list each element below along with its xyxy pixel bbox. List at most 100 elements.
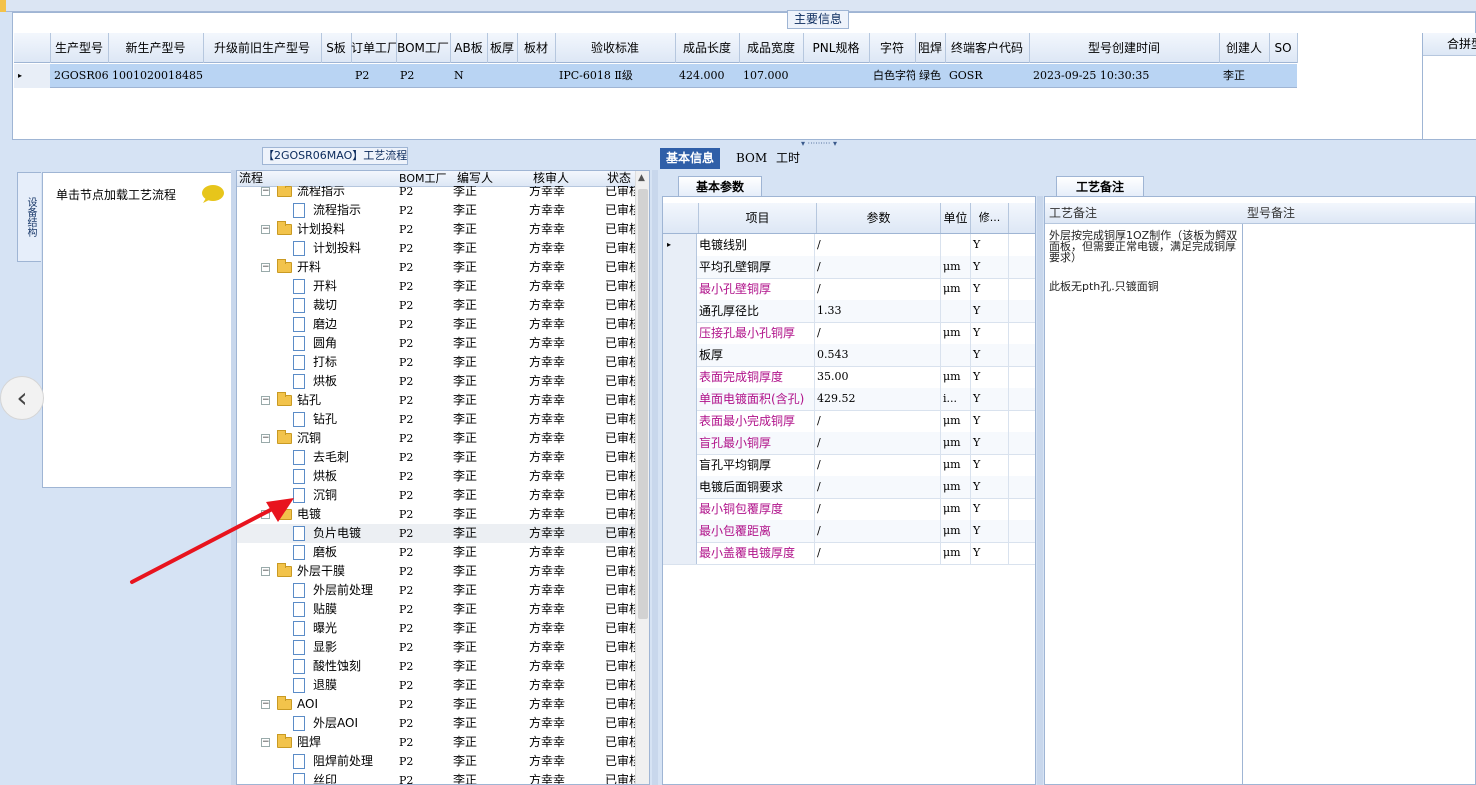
param-value[interactable]: /	[817, 322, 941, 344]
param-row[interactable]: 表面完成铜厚度 35.00 μm Y	[663, 366, 1035, 389]
subtab-basic-params[interactable]: 基本参数	[678, 176, 762, 196]
main-col-7[interactable]: 板厚	[487, 33, 518, 63]
flow-row[interactable]: 丝印 P2 李正 方幸幸 已审核	[237, 771, 635, 784]
tab-bom[interactable]: BOM	[730, 148, 773, 169]
flow-row[interactable]: 磨边 P2 李正 方幸幸 已审核	[237, 315, 635, 334]
main-cell-5[interactable]: P2	[396, 64, 450, 88]
main-cell-11[interactable]: 107.000	[739, 64, 803, 88]
param-modify-flag[interactable]: Y	[971, 432, 1009, 454]
flow-row[interactable]: − 计划投料 P2 李正 方幸幸 已审核	[237, 220, 635, 239]
expander-icon[interactable]: −	[261, 187, 270, 196]
param-row[interactable]: 表面最小完成铜厚 / μm Y	[663, 410, 1035, 433]
tree-col-flow[interactable]: 流程	[239, 171, 263, 186]
combine-type-header[interactable]: 合拼型	[1423, 33, 1476, 56]
param-modify-flag[interactable]: Y	[971, 366, 1009, 388]
main-col-9[interactable]: 验收标准	[555, 33, 676, 63]
param-value[interactable]: /	[817, 278, 941, 300]
expander-icon[interactable]: −	[261, 225, 270, 234]
tree-col-status[interactable]: 状态	[607, 171, 631, 186]
main-col-8[interactable]: 板材	[517, 33, 556, 63]
expander-icon[interactable]: −	[261, 434, 270, 443]
flow-row[interactable]: 曝光 P2 李正 方幸幸 已审核	[237, 619, 635, 638]
main-col-15[interactable]: 终端客户代码	[945, 33, 1030, 63]
param-row[interactable]: 电镀后面铜要求 / μm Y	[663, 476, 1035, 499]
param-modify-flag[interactable]: Y	[971, 322, 1009, 344]
param-row[interactable]: 平均孔壁铜厚 / μm Y	[663, 256, 1035, 279]
main-cell-12[interactable]	[803, 64, 869, 88]
main-cell-10[interactable]: 424.000	[675, 64, 739, 88]
main-col-12[interactable]: PNL规格	[803, 33, 870, 63]
param-row[interactable]: ▸ 电镀线别 / Y	[663, 234, 1035, 257]
tree-scrollbar[interactable]: ▲	[635, 171, 649, 784]
main-cell-18[interactable]	[1269, 64, 1297, 88]
horizontal-splitter[interactable]: ▾ ········· ▾	[786, 140, 852, 148]
main-col-5[interactable]: BOM工厂	[396, 33, 451, 63]
process-notes-text[interactable]: 外层按完成铜厚1OZ制作（该板为鳄双面板，但需要正常电镀，满足完成铜厚要求） 此…	[1045, 224, 1243, 784]
param-value[interactable]: /	[817, 454, 941, 476]
param-modify-flag[interactable]: Y	[971, 476, 1009, 498]
param-value[interactable]: /	[817, 256, 941, 278]
flow-row[interactable]: 去毛刺 P2 李正 方幸幸 已审核	[237, 448, 635, 467]
tree-col-bom[interactable]: BOM工厂	[399, 171, 447, 186]
param-row[interactable]: 最小盖覆电镀厚度 / μm Y	[663, 542, 1035, 565]
main-cell-1[interactable]: 10010200184854	[108, 64, 203, 88]
param-modify-flag[interactable]: Y	[971, 498, 1009, 520]
main-cell-8[interactable]	[517, 64, 555, 88]
equipment-structure-tab[interactable]: 设备结构	[17, 172, 41, 262]
flow-row[interactable]: 酸性蚀刻 P2 李正 方幸幸 已审核	[237, 657, 635, 676]
flow-row[interactable]: 圆角 P2 李正 方幸幸 已审核	[237, 334, 635, 353]
flow-row[interactable]: − 开料 P2 李正 方幸幸 已审核	[237, 258, 635, 277]
main-cell-3[interactable]	[321, 64, 351, 88]
expander-icon[interactable]: −	[261, 263, 270, 272]
param-row[interactable]: 最小包覆距离 / μm Y	[663, 520, 1035, 543]
flow-row[interactable]: 打标 P2 李正 方幸幸 已审核	[237, 353, 635, 372]
chevron-left-icon[interactable]: ‹	[0, 376, 44, 420]
main-cell-7[interactable]	[487, 64, 517, 88]
param-row[interactable]: 单面电镀面积(含孔) 429.52 i... Y	[663, 388, 1035, 411]
param-modify-flag[interactable]: Y	[971, 454, 1009, 476]
param-modify-flag[interactable]: Y	[971, 278, 1009, 300]
flow-row[interactable]: − 钻孔 P2 李正 方幸幸 已审核	[237, 391, 635, 410]
main-col-0[interactable]: 生产型号	[50, 33, 109, 63]
param-row[interactable]: 盲孔最小铜厚 / μm Y	[663, 432, 1035, 455]
params-col-value[interactable]: 参数	[817, 203, 941, 233]
tree-col-writer[interactable]: 编写人	[457, 171, 493, 186]
flow-row[interactable]: 计划投料 P2 李正 方幸幸 已审核	[237, 239, 635, 258]
main-cell-9[interactable]: IPC-6018 Ⅱ级	[555, 64, 675, 88]
param-value[interactable]: /	[817, 542, 941, 564]
expander-icon[interactable]: −	[261, 700, 270, 709]
main-col-17[interactable]: 创建人	[1219, 33, 1270, 63]
flow-row[interactable]: 开料 P2 李正 方幸幸 已审核	[237, 277, 635, 296]
subtab-process-notes[interactable]: 工艺备注	[1056, 176, 1144, 196]
flow-row[interactable]: 裁切 P2 李正 方幸幸 已审核	[237, 296, 635, 315]
param-modify-flag[interactable]: Y	[971, 410, 1009, 432]
param-value[interactable]: /	[817, 520, 941, 542]
main-col-11[interactable]: 成品宽度	[739, 33, 804, 63]
param-value[interactable]: 429.52	[817, 388, 941, 410]
main-col-2[interactable]: 升级前旧生产型号	[203, 33, 322, 63]
param-value[interactable]: /	[817, 498, 941, 520]
tab-work-hours[interactable]: 工时	[770, 148, 806, 169]
main-col-10[interactable]: 成品长度	[675, 33, 740, 63]
param-modify-flag[interactable]: Y	[971, 256, 1009, 278]
param-modify-flag[interactable]: Y	[971, 300, 1009, 322]
flow-row[interactable]: − 沉铜 P2 李正 方幸幸 已审核	[237, 429, 635, 448]
main-cell-16[interactable]: 2023-09-25 10:30:35	[1029, 64, 1219, 88]
tab-basic-info[interactable]: 基本信息	[660, 148, 721, 169]
main-cell-0[interactable]: 2GOSR06MAO	[50, 64, 108, 88]
param-value[interactable]: 35.00	[817, 366, 941, 388]
param-value[interactable]: 1.33	[817, 300, 941, 322]
main-col-18[interactable]: SO	[1269, 33, 1298, 63]
param-modify-flag[interactable]: Y	[971, 234, 1009, 256]
main-cell-13[interactable]: 白色字符	[869, 64, 915, 88]
main-col-1[interactable]: 新生产型号	[108, 33, 204, 63]
main-col-4[interactable]: 订单工厂	[351, 33, 397, 63]
flow-row[interactable]: 退膜 P2 李正 方幸幸 已审核	[237, 676, 635, 695]
params-col-item[interactable]: 项目	[699, 203, 817, 233]
params-col-unit[interactable]: 单位	[941, 203, 971, 233]
flow-row[interactable]: − 阻焊 P2 李正 方幸幸 已审核	[237, 733, 635, 752]
flow-row[interactable]: − 流程指示 P2 李正 方幸幸 已审核	[237, 186, 635, 201]
param-value[interactable]: /	[817, 432, 941, 454]
scroll-thumb[interactable]	[638, 189, 648, 619]
main-col-13[interactable]: 字符	[869, 33, 916, 63]
